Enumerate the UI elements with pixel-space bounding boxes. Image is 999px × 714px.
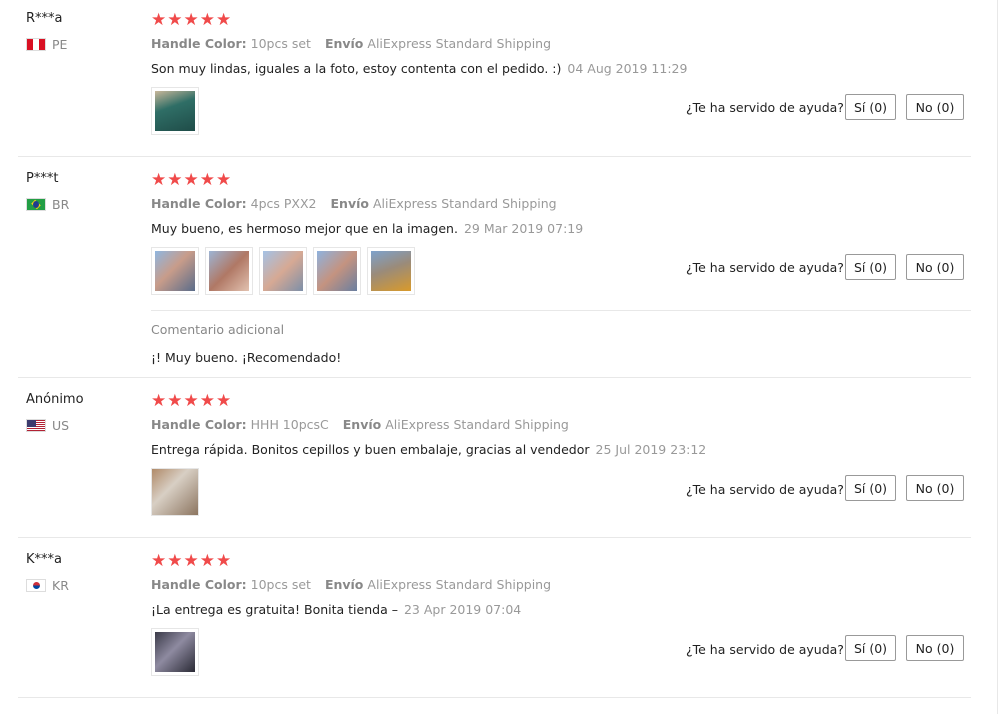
review-photo-thumbnail[interactable] <box>313 247 361 295</box>
review-photos <box>151 628 205 676</box>
reviewer-country: PE <box>26 37 67 52</box>
product-attributes: Handle Color: 10pcs set Envío AliExpress… <box>151 36 551 51</box>
handle-color-label: Handle Color: <box>151 417 247 432</box>
review-text: Son muy lindas, iguales a la foto, estoy… <box>151 61 687 76</box>
review-photo-thumbnail[interactable] <box>151 628 199 676</box>
review-text: Muy bueno, es hermoso mejor que en la im… <box>151 221 583 236</box>
helpful-prompt: ¿Te ha servido de ayuda? <box>686 642 844 657</box>
product-attributes: Handle Color: 10pcs set Envío AliExpress… <box>151 577 551 592</box>
product-attributes: Handle Color: HHH 10pcsC Envío AliExpres… <box>151 417 569 432</box>
star-rating: ★★★★★ <box>151 170 233 190</box>
review-photos <box>151 87 205 135</box>
review-date: 29 Mar 2019 07:19 <box>463 221 584 236</box>
helpful-prompt: ¿Te ha servido de ayuda? <box>686 260 844 275</box>
shipping-value: AliExpress Standard Shipping <box>385 417 569 432</box>
helpful-yes-button[interactable]: Sí (0) <box>845 254 896 280</box>
divider <box>18 156 971 157</box>
helpful-prompt: ¿Te ha servido de ayuda? <box>686 100 844 115</box>
review-date: 23 Apr 2019 07:04 <box>403 602 522 617</box>
helpful-no-button[interactable]: No (0) <box>906 94 964 120</box>
review-body: Entrega rápida. Bonitos cepillos y buen … <box>151 442 590 457</box>
divider <box>18 377 971 378</box>
review-body: Son muy lindas, iguales a la foto, estoy… <box>151 61 562 76</box>
reviewer-name: R***a <box>26 11 63 26</box>
country-code: PE <box>52 37 68 52</box>
star-rating: ★★★★★ <box>151 391 233 411</box>
helpful-yes-button[interactable]: Sí (0) <box>845 475 896 501</box>
helpful-no-button[interactable]: No (0) <box>906 475 964 501</box>
star-rating: ★★★★★ <box>151 551 233 571</box>
divider <box>151 310 971 311</box>
shipping-label: Envío <box>324 36 364 51</box>
south-korea-flag-icon <box>26 579 46 592</box>
review-text: ¡La entrega es gratuita! Bonita tienda –… <box>151 602 521 617</box>
review-text: Entrega rápida. Bonitos cepillos y buen … <box>151 442 706 457</box>
divider <box>18 697 971 698</box>
reviewer-name: Anónimo <box>26 392 84 407</box>
additional-comment-text: ¡! Muy bueno. ¡Recomendado! <box>151 350 342 365</box>
review-photo-thumbnail[interactable] <box>151 87 199 135</box>
reviews-panel: R***a PE ★★★★★ Handle Color: 10pcs set E… <box>0 0 998 714</box>
shipping-value: AliExpress Standard Shipping <box>367 577 552 592</box>
helpful-no-button[interactable]: No (0) <box>906 254 964 280</box>
review-photos <box>151 247 421 295</box>
reviewer-name: K***a <box>26 552 62 567</box>
shipping-label: Envío <box>342 417 382 432</box>
reviewer-country: US <box>26 418 69 433</box>
helpful-yes-button[interactable]: Sí (0) <box>845 94 896 120</box>
handle-color-value: HHH 10pcsC <box>250 417 329 432</box>
handle-color-value: 10pcs set <box>250 577 311 592</box>
review-photo-thumbnail[interactable] <box>151 468 199 516</box>
divider <box>18 537 971 538</box>
country-code: US <box>52 418 70 433</box>
reviewer-country: BR <box>26 197 69 212</box>
review-photos <box>151 468 205 516</box>
helpful-no-button[interactable]: No (0) <box>906 635 964 661</box>
shipping-value: AliExpress Standard Shipping <box>367 36 552 51</box>
country-code: KR <box>52 578 69 593</box>
usa-flag-icon <box>26 419 46 432</box>
handle-color-label: Handle Color: <box>151 36 247 51</box>
review-photo-thumbnail[interactable] <box>367 247 415 295</box>
review-date: 25 Jul 2019 23:12 <box>595 442 707 457</box>
shipping-value: AliExpress Standard Shipping <box>372 196 557 211</box>
shipping-label: Envío <box>324 577 364 592</box>
additional-comment-title: Comentario adicional <box>151 322 285 337</box>
helpful-yes-button[interactable]: Sí (0) <box>845 635 896 661</box>
review-date: 04 Aug 2019 11:29 <box>567 61 688 76</box>
peru-flag-icon <box>26 38 46 51</box>
handle-color-value: 4pcs PXX2 <box>250 196 317 211</box>
review-photo-thumbnail[interactable] <box>205 247 253 295</box>
review-body: Muy bueno, es hermoso mejor que en la im… <box>151 221 458 236</box>
helpful-prompt: ¿Te ha servido de ayuda? <box>686 482 844 497</box>
review-photo-thumbnail[interactable] <box>151 247 199 295</box>
product-attributes: Handle Color: 4pcs PXX2 Envío AliExpress… <box>151 196 557 211</box>
shipping-label: Envío <box>330 196 369 211</box>
handle-color-label: Handle Color: <box>151 577 247 592</box>
brazil-flag-icon <box>26 198 46 211</box>
star-rating: ★★★★★ <box>151 10 233 30</box>
handle-color-label: Handle Color: <box>151 196 247 211</box>
review-photo-thumbnail[interactable] <box>259 247 307 295</box>
review-body: ¡La entrega es gratuita! Bonita tienda – <box>151 602 398 617</box>
country-code: BR <box>52 197 70 212</box>
handle-color-value: 10pcs set <box>250 36 311 51</box>
reviewer-name: P***t <box>26 171 59 186</box>
reviewer-country: KR <box>26 578 69 593</box>
